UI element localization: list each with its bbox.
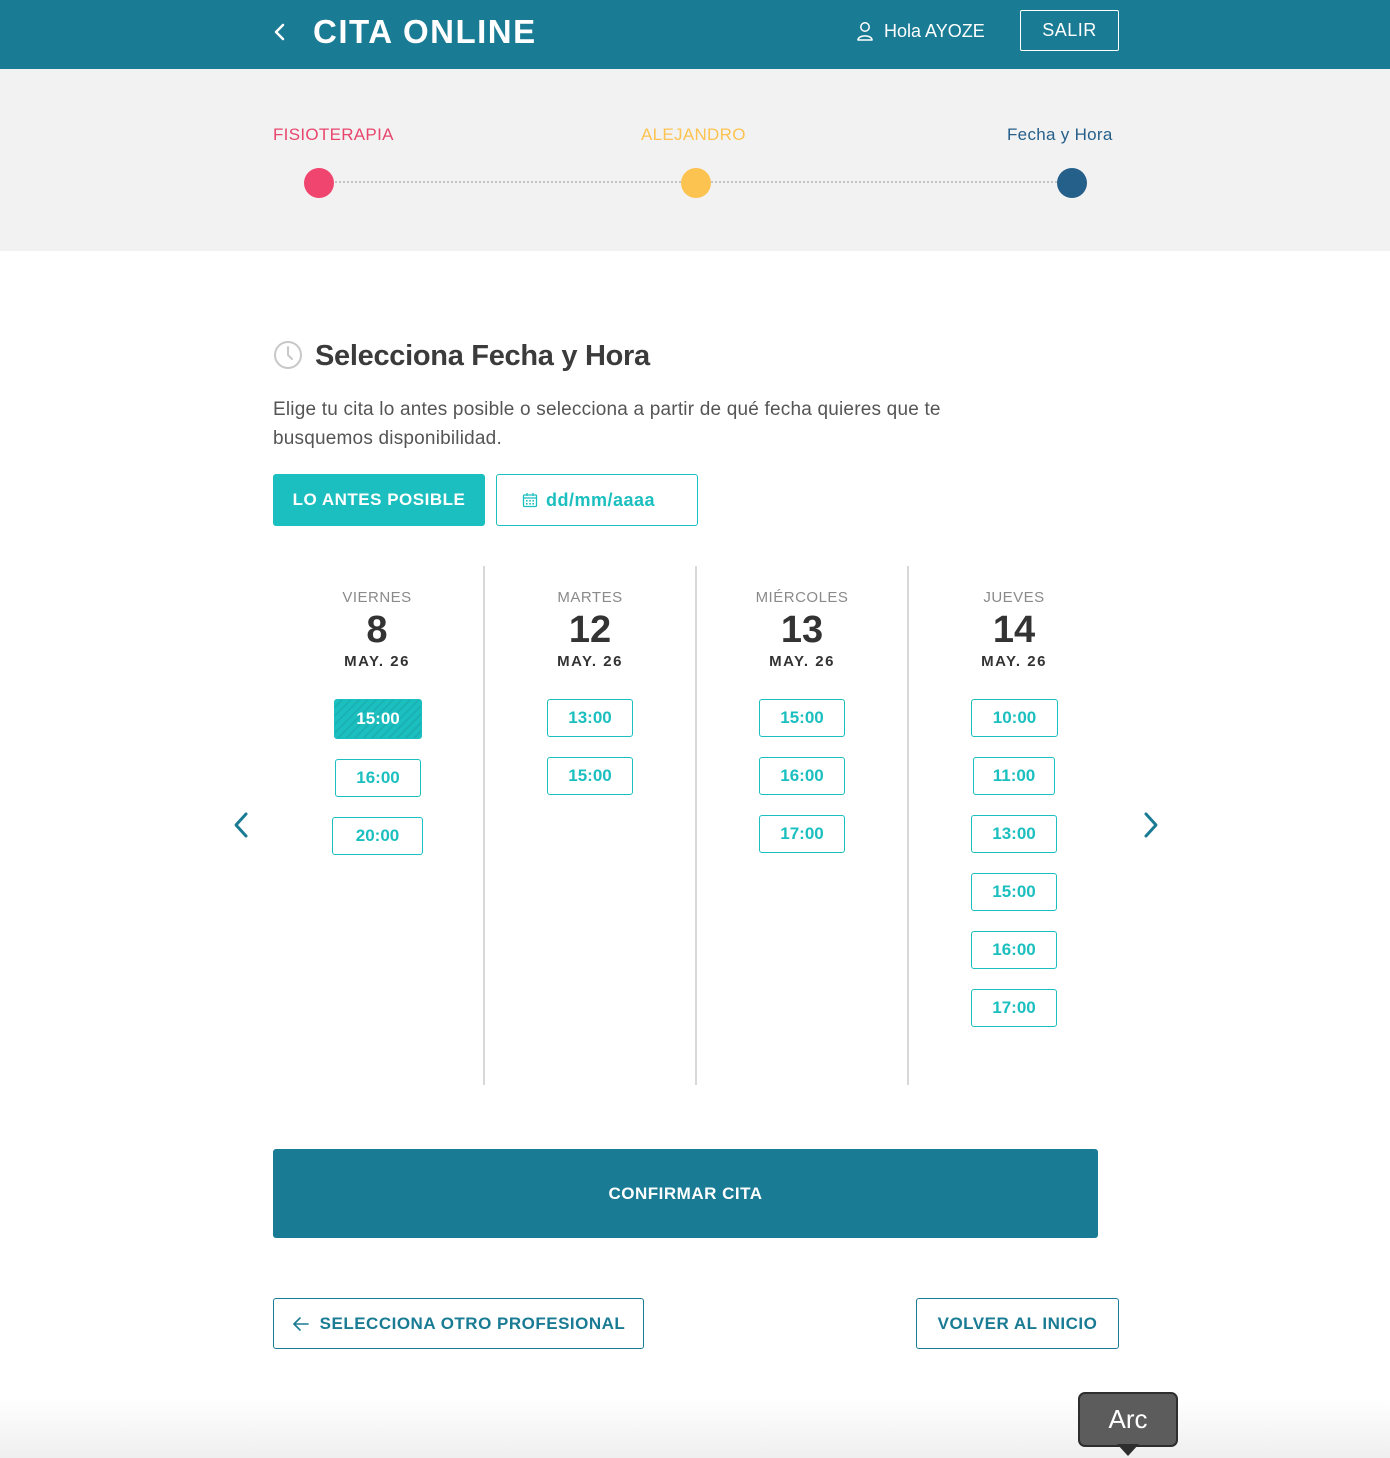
- next-dates-button[interactable]: [1141, 810, 1161, 840]
- time-slot[interactable]: 13:00: [547, 699, 633, 737]
- user-icon: [857, 22, 873, 41]
- step-dot-professional: [681, 168, 711, 198]
- step-dot-datetime: [1057, 168, 1087, 198]
- bottom-fade: [0, 1398, 1390, 1458]
- day-number: 13: [780, 609, 824, 651]
- day-weekday: VIERNES: [342, 589, 412, 606]
- step-label-service: FISIOTERAPIA: [273, 125, 394, 144]
- time-slot[interactable]: 20:00: [332, 817, 423, 855]
- time-slot[interactable]: 11:00: [973, 757, 1055, 795]
- day-month: MAY. 26: [557, 653, 623, 670]
- day-weekday: JUEVES: [983, 589, 1045, 606]
- greeting-text: Hola AYOZE: [884, 20, 985, 41]
- time-slot[interactable]: 17:00: [759, 815, 845, 853]
- section-title: Selecciona Fecha y Hora: [315, 340, 650, 372]
- app-header: CITA ONLINE Hola AYOZE SALIR: [0, 0, 1390, 69]
- prev-dates-button[interactable]: [231, 810, 251, 840]
- tooltip-tail: [1117, 1444, 1139, 1456]
- asap-button[interactable]: LO ANTES POSIBLE: [273, 474, 485, 526]
- logout-button[interactable]: SALIR: [1020, 10, 1119, 51]
- select-other-professional-label: SELECCIONA OTRO PROFESIONAL: [319, 1313, 626, 1333]
- progress-stepper: FISIOTERAPIA ALEJANDRO Fecha y Hora: [0, 69, 1390, 251]
- time-slot[interactable]: 17:00: [971, 989, 1057, 1027]
- time-slot[interactable]: 10:00: [971, 699, 1058, 737]
- day-number: 8: [366, 609, 388, 651]
- arrow-left-icon: [292, 1316, 309, 1331]
- time-slot[interactable]: 13:00: [971, 815, 1057, 853]
- back-to-home-button[interactable]: VOLVER AL INICIO: [916, 1298, 1119, 1349]
- back-button[interactable]: [268, 18, 292, 46]
- step-label-datetime: Fecha y Hora: [1007, 125, 1113, 144]
- section-description: Elige tu cita lo antes posible o selecci…: [273, 399, 941, 449]
- chevron-left-icon: [274, 23, 285, 41]
- time-slot[interactable]: 16:00: [335, 759, 421, 797]
- calendar-icon: [522, 493, 538, 508]
- clock-icon: [274, 341, 302, 369]
- arc-tooltip: Arc: [1078, 1392, 1178, 1447]
- step-dot-service: [304, 168, 334, 198]
- day-weekday: MIÉRCOLES: [755, 589, 849, 606]
- time-slot[interactable]: 15:00: [547, 757, 633, 795]
- select-other-professional-button[interactable]: SELECCIONA OTRO PROFESIONAL: [273, 1298, 644, 1349]
- step-label-professional: ALEJANDRO: [641, 125, 746, 144]
- user-greeting: Hola AYOZE: [856, 18, 985, 44]
- day-weekday: MARTES: [557, 589, 623, 606]
- chevron-right-icon: [1144, 812, 1158, 838]
- time-slot-selected[interactable]: 15:00: [334, 699, 422, 739]
- date-picker-field[interactable]: dd/mm/aaaa: [496, 474, 698, 526]
- time-slot[interactable]: 15:00: [971, 873, 1057, 911]
- page: CITA ONLINE Hola AYOZE SALIR FISIOTERAPI…: [0, 0, 1390, 1458]
- day-number: 12: [568, 609, 612, 651]
- day-month: MAY. 26: [769, 653, 835, 670]
- time-slot[interactable]: 15:00: [759, 699, 845, 737]
- day-number: 14: [992, 609, 1036, 651]
- day-month: MAY. 26: [981, 653, 1047, 670]
- confirm-appointment-button[interactable]: CONFIRMAR CITA: [273, 1149, 1098, 1238]
- time-slot[interactable]: 16:00: [971, 931, 1057, 969]
- day-month: MAY. 26: [344, 653, 410, 670]
- chevron-left-icon: [234, 812, 248, 838]
- date-placeholder: dd/mm/aaaa: [546, 489, 656, 510]
- time-slot[interactable]: 16:00: [759, 757, 845, 795]
- page-title: CITA ONLINE: [313, 13, 537, 50]
